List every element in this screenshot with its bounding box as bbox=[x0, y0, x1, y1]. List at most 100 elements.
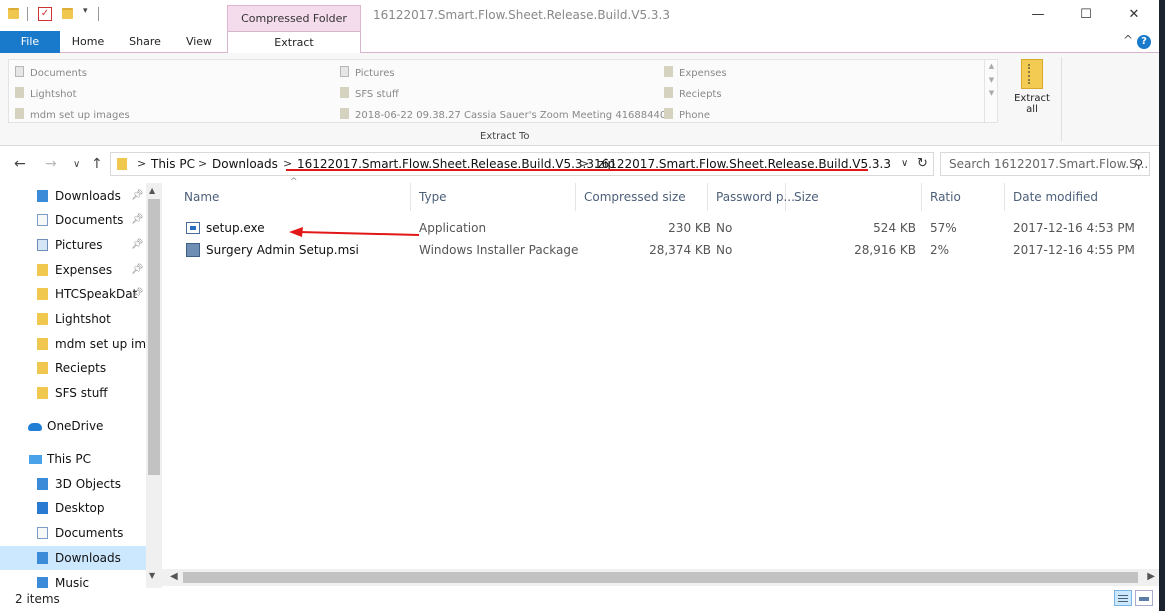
scroll-right-icon[interactable]: ▶ bbox=[1147, 571, 1155, 582]
destination-mdm-set-up-images[interactable]: mdm set up images bbox=[15, 108, 130, 121]
scroll-up-icon[interactable]: ▲ bbox=[149, 186, 155, 195]
column-header-ratio[interactable]: Ratio bbox=[922, 183, 1005, 211]
destination-lightshot[interactable]: Lightshot bbox=[15, 87, 77, 100]
tab-home[interactable]: Home bbox=[68, 31, 108, 53]
collapse-ribbon-icon[interactable]: ^ bbox=[1123, 33, 1133, 47]
nav-item-documents[interactable]: Documents 📌︎ bbox=[0, 208, 146, 232]
pin-icon[interactable]: 📌︎ bbox=[131, 233, 144, 257]
refresh-icon[interactable]: ↻ bbox=[917, 153, 928, 175]
column-header-type[interactable]: Type bbox=[411, 183, 576, 211]
search-placeholder: Search 16122017.Smart.Flow.S... bbox=[949, 157, 1149, 171]
up-arrow-icon[interactable]: ↑ bbox=[91, 156, 103, 172]
details-view-icon[interactable] bbox=[1114, 590, 1132, 606]
address-history-dropdown-icon[interactable]: ∨ bbox=[901, 153, 908, 175]
scroll-down-icon[interactable]: ▼ bbox=[985, 76, 998, 84]
compressed-size: 230 KB bbox=[668, 221, 711, 235]
nav-item-music[interactable]: Music bbox=[0, 571, 146, 588]
scrollbar-thumb[interactable] bbox=[148, 199, 160, 475]
breadcrumb-separator-icon[interactable]: > bbox=[198, 153, 207, 175]
destination-expenses[interactable]: Expenses bbox=[664, 66, 727, 79]
ratio: 57% bbox=[930, 221, 957, 235]
nav-item-pc-downloads[interactable]: Downloads bbox=[0, 546, 146, 570]
scroll-down-icon[interactable]: ▼ bbox=[149, 571, 155, 580]
title-bar: ✓ ▾ Compressed Folder Tools 16122017.Sma… bbox=[0, 0, 1159, 50]
tab-view[interactable]: View bbox=[180, 31, 218, 53]
destination-phone[interactable]: Phone bbox=[664, 108, 710, 121]
destinations-scroller[interactable]: ▲ ▼ ▼ bbox=[984, 59, 998, 123]
scroll-left-icon[interactable]: ◀ bbox=[170, 571, 178, 582]
file-name: setup.exe bbox=[206, 221, 265, 235]
nav-item-downloads[interactable]: Downloads 📌︎ bbox=[0, 184, 146, 208]
nav-item-mdm-set-up-images[interactable]: mdm set up ima bbox=[0, 332, 146, 356]
application-icon bbox=[186, 222, 200, 234]
help-icon[interactable]: ? bbox=[1137, 35, 1151, 49]
nav-item-onedrive[interactable]: OneDrive bbox=[0, 414, 146, 438]
extract-all-button[interactable]: Extract all bbox=[1008, 57, 1056, 129]
search-input[interactable]: Search 16122017.Smart.Flow.S... ⚲ bbox=[940, 152, 1150, 176]
nav-item-expenses[interactable]: Expenses 📌︎ bbox=[0, 258, 146, 282]
breadcrumb-zip[interactable]: 16122017.Smart.Flow.Sheet.Release.Build.… bbox=[297, 153, 615, 175]
close-button[interactable]: ✕ bbox=[1119, 4, 1149, 26]
address-bar[interactable]: > This PC > Downloads > 16122017.Smart.F… bbox=[110, 152, 934, 176]
column-header-compressed-size[interactable]: Compressed size bbox=[576, 183, 708, 211]
navigation-pane: Downloads 📌︎ Documents 📌︎ Pictures 📌︎ Expen… bbox=[0, 183, 162, 588]
breadcrumb-this-pc[interactable]: This PC bbox=[151, 153, 195, 175]
back-arrow-icon[interactable]: ← bbox=[14, 156, 26, 172]
nav-item-desktop[interactable]: Desktop bbox=[0, 496, 146, 520]
breadcrumb-folder[interactable]: 16122017.Smart.Flow.Sheet.Release.Build.… bbox=[594, 153, 891, 175]
pictures-folder-icon bbox=[37, 239, 48, 251]
scrollbar-thumb[interactable] bbox=[183, 572, 1138, 583]
breadcrumb-separator-icon[interactable]: > bbox=[580, 153, 589, 175]
breadcrumb-downloads[interactable]: Downloads bbox=[212, 153, 278, 175]
divider bbox=[98, 7, 99, 21]
minimize-button[interactable]: — bbox=[1023, 4, 1053, 26]
tab-share[interactable]: Share bbox=[124, 31, 166, 53]
properties-icon[interactable]: ✓ bbox=[38, 7, 52, 21]
documents-folder-icon bbox=[37, 214, 48, 226]
file-size: 524 KB bbox=[873, 221, 916, 235]
nav-item-pictures[interactable]: Pictures 📌︎ bbox=[0, 233, 146, 257]
file-size: 28,916 KB bbox=[854, 243, 916, 257]
date-modified: 2017-12-16 4:53 PM bbox=[1013, 221, 1135, 235]
file-type: Application bbox=[419, 221, 487, 235]
breadcrumb-separator-icon[interactable]: > bbox=[137, 153, 146, 175]
tab-file[interactable]: File bbox=[0, 31, 60, 53]
folder-icon bbox=[15, 108, 24, 119]
nav-item-htcspeakdat[interactable]: HTCSpeakDat 📌︎ bbox=[0, 282, 146, 306]
pin-icon[interactable]: 📌︎ bbox=[131, 282, 144, 306]
column-header-name[interactable]: Name bbox=[176, 183, 411, 211]
nav-item-lightshot[interactable]: Lightshot bbox=[0, 307, 146, 331]
breadcrumb-separator-icon[interactable]: > bbox=[283, 153, 292, 175]
nav-item-this-pc[interactable]: This PC bbox=[0, 447, 146, 471]
scroll-up-icon[interactable]: ▲ bbox=[985, 62, 998, 70]
destination-zoom-meeting[interactable]: 2018-06-22 09.38.27 Cassia Sauer's Zoom … bbox=[340, 108, 673, 121]
column-header-size[interactable]: Size bbox=[786, 183, 922, 211]
search-icon[interactable]: ⚲ bbox=[1134, 153, 1143, 175]
nav-item-3d-objects[interactable]: 3D Objects bbox=[0, 472, 146, 496]
tab-extract[interactable]: Extract bbox=[227, 31, 361, 54]
large-icons-view-icon[interactable] bbox=[1135, 590, 1153, 606]
table-row[interactable]: Surgery Admin Setup.msi Windows Installe… bbox=[176, 239, 1151, 261]
forward-arrow-icon[interactable]: → bbox=[45, 156, 57, 172]
destination-sfs-stuff[interactable]: SFS stuff bbox=[340, 87, 399, 100]
nav-item-pc-documents[interactable]: Documents bbox=[0, 521, 146, 545]
column-header-date-modified[interactable]: Date modified bbox=[1005, 183, 1159, 211]
folder-icon bbox=[664, 66, 673, 77]
horizontal-scrollbar[interactable]: ◀ ▶ bbox=[162, 569, 1159, 586]
pin-icon[interactable]: 📌︎ bbox=[131, 258, 144, 282]
nav-item-reciepts[interactable]: Reciepts bbox=[0, 356, 146, 380]
quick-access-dropdown-icon[interactable]: ▾ bbox=[83, 6, 88, 16]
new-folder-icon[interactable] bbox=[62, 8, 73, 19]
nav-pane-scrollbar[interactable]: ▲ ▼ bbox=[146, 183, 162, 588]
destination-pictures[interactable]: Pictures bbox=[340, 66, 395, 79]
pin-icon[interactable]: 📌︎ bbox=[131, 184, 144, 208]
folder-icon bbox=[340, 108, 349, 119]
destination-documents[interactable]: Documents bbox=[15, 66, 87, 79]
destination-reciepts[interactable]: Reciepts bbox=[664, 87, 722, 100]
nav-item-sfs-stuff[interactable]: SFS stuff bbox=[0, 381, 146, 405]
pin-icon[interactable]: 📌︎ bbox=[131, 208, 144, 232]
recent-locations-icon[interactable]: ∨ bbox=[73, 159, 80, 170]
expand-gallery-icon[interactable]: ▼ bbox=[985, 89, 998, 97]
column-header-password[interactable]: Password p... bbox=[708, 183, 795, 211]
maximize-button[interactable]: ☐ bbox=[1071, 4, 1101, 26]
